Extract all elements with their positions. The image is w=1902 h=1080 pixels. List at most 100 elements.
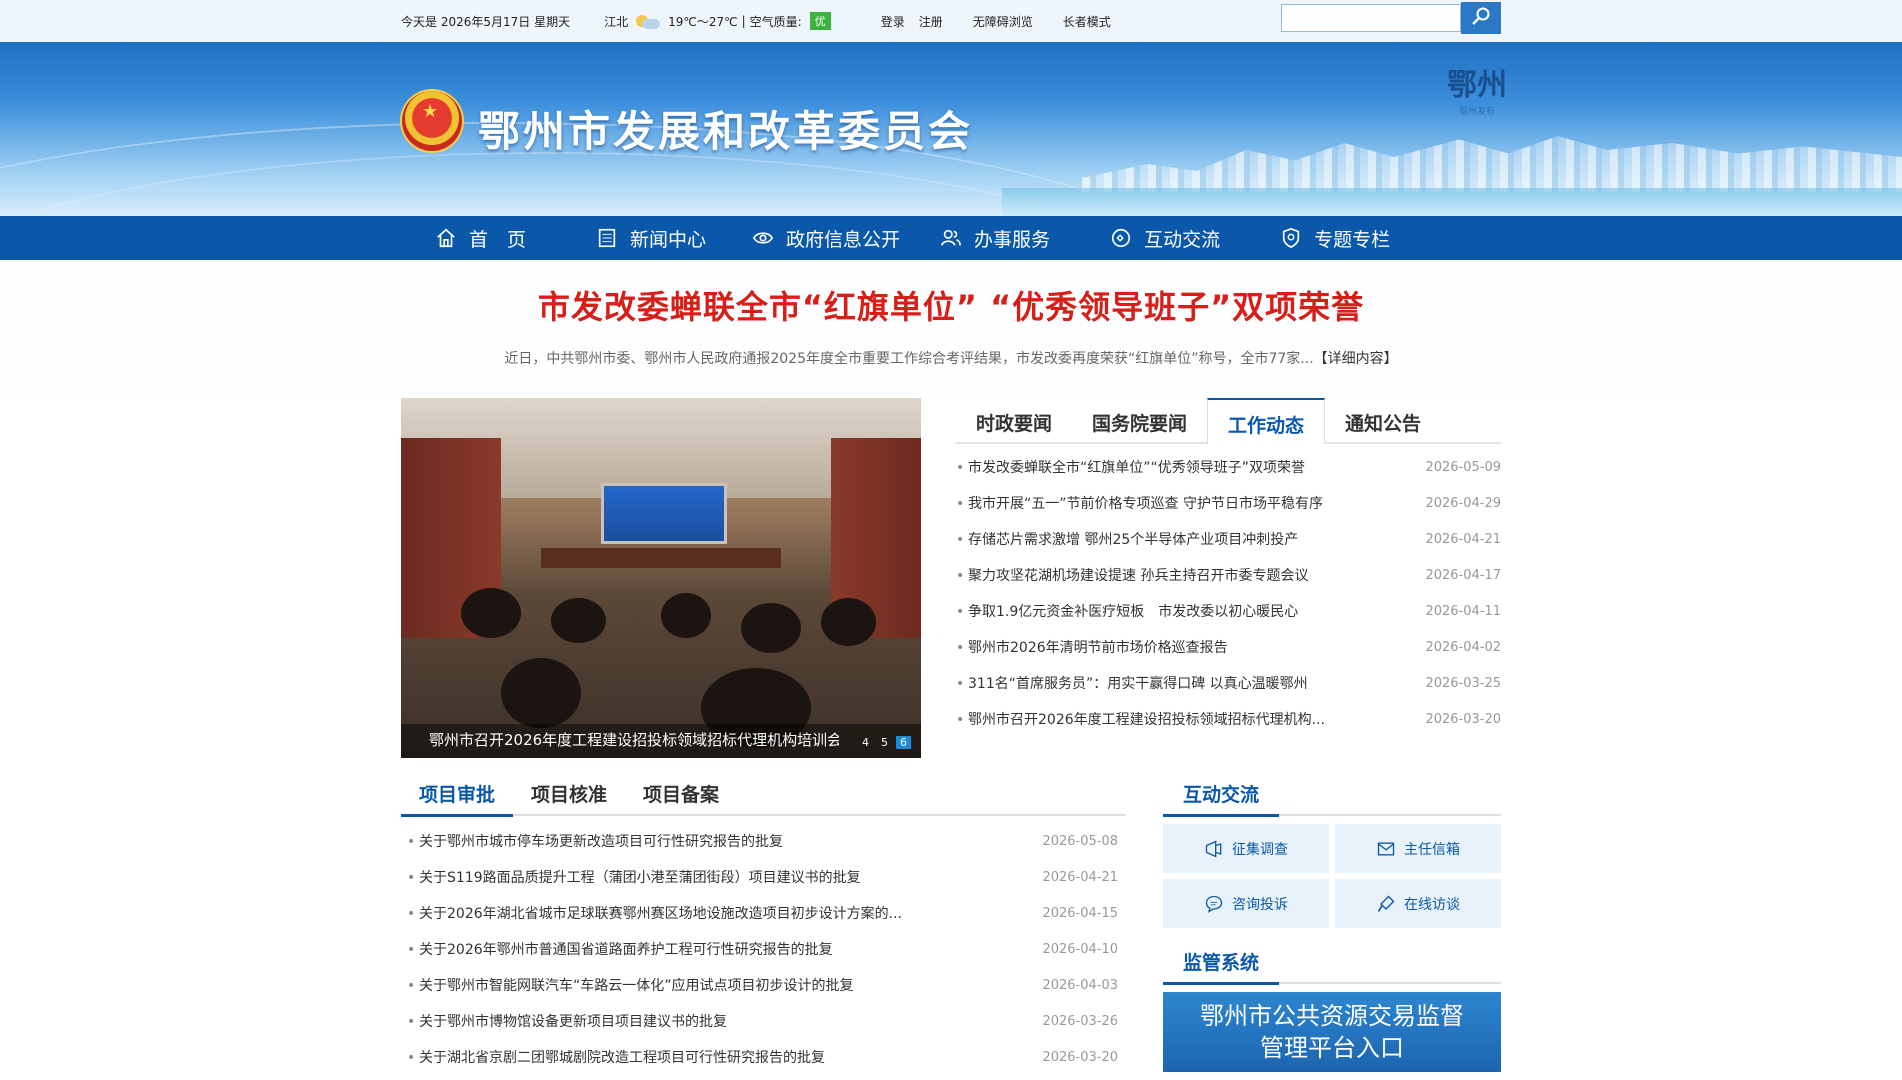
tab-project-filing[interactable]: 项目备案 xyxy=(625,776,737,814)
interaction-grid: 征集调查 主任信箱 咨询投诉 在线访谈 xyxy=(1163,824,1501,928)
login-link[interactable]: 登录 xyxy=(881,13,905,30)
interaction-title[interactable]: 互动交流 xyxy=(1163,776,1280,817)
weather-temp: 19℃～27℃ xyxy=(668,14,738,29)
project-item[interactable]: 关于湖北省京剧二团鄂城剧院改造工程项目可行性研究报告的批复 2026-03-20 xyxy=(401,1040,1126,1076)
photo-attendee xyxy=(461,588,521,638)
city-skyline-image xyxy=(1082,136,1902,192)
photo-attendee xyxy=(821,598,876,646)
project-panel: 项目审批 项目核准 项目备案 关于鄂州市城市停车场更新改造项目可行性研究报告的批… xyxy=(401,776,1126,1076)
nav-gov-info[interactable]: 政府信息公开 xyxy=(752,225,900,252)
slider-dot[interactable]: 5 xyxy=(877,736,892,749)
tab-project-verification[interactable]: 项目核准 xyxy=(513,776,625,814)
search-input[interactable] xyxy=(1281,4,1461,32)
director-mailbox-button[interactable]: 主任信箱 xyxy=(1335,824,1501,873)
main-nav: 首 页 新闻中心 政府信息公开 办事服务 互动交流 专题专栏 xyxy=(0,216,1902,260)
online-interview-label: 在线访谈 xyxy=(1404,896,1460,913)
project-title: 关于2026年鄂州市普通国省道路面养护工程可行性研究报告的批复 xyxy=(401,932,1019,968)
elder-mode-link[interactable]: 长者模式 xyxy=(1063,13,1111,30)
search-button[interactable] xyxy=(1461,2,1501,34)
nav-home-label: 首 页 xyxy=(469,228,527,251)
slider-dots: 4 5 6 xyxy=(858,736,911,749)
tab-project-approval[interactable]: 项目审批 xyxy=(401,776,514,817)
news-date: 2026-04-21 xyxy=(1425,532,1501,547)
headline-link[interactable]: 市发改委蝉联全市“红旗单位” “优秀领导班子”双项荣誉 xyxy=(401,282,1501,328)
news-item[interactable]: 我市开展“五一”节前价格专项巡查 守护节日市场平稳有序 2026-04-29 xyxy=(956,486,1501,522)
tab-notices[interactable]: 通知公告 xyxy=(1325,398,1441,442)
news-item[interactable]: 聚力攻坚花湖机场建设提速 孙兵主持召开市委专题会议 2026-04-17 xyxy=(956,558,1501,594)
air-quality-badge: 优 xyxy=(809,12,831,30)
nav-home[interactable]: 首 页 xyxy=(435,225,526,252)
news-slider-photo[interactable]: 鄂州市召开2026年度工程建设招投标领域招标代理机构培训会 4 5 6 xyxy=(401,398,921,758)
news-date: 2026-04-17 xyxy=(1425,568,1501,583)
news-item[interactable]: 市发改委蝉联全市“红旗单位”“优秀领导班子”双项荣誉 2026-05-09 xyxy=(956,450,1501,486)
project-title: 关于鄂州市智能网联汽车“车路云一体化”应用试点项目初步设计的批复 xyxy=(401,968,1019,1004)
nav-special[interactable]: 专题专栏 xyxy=(1280,225,1390,252)
news-icon xyxy=(598,228,616,248)
slider-dot[interactable]: 4 xyxy=(858,736,873,749)
register-link[interactable]: 注册 xyxy=(919,13,943,30)
ezhou-release-logo[interactable]: 鄂州 鄂州发布 xyxy=(1447,60,1507,117)
project-title: 关于鄂州市博物馆设备更新项目项目建议书的批复 xyxy=(401,1004,1019,1040)
consult-complaint-button[interactable]: 咨询投诉 xyxy=(1163,879,1329,928)
news-item[interactable]: 311名“首席服务员”：用实干赢得口碑 以真心温暖鄂州 2026-03-25 xyxy=(956,666,1501,702)
eye-icon xyxy=(752,232,774,244)
microphone-icon xyxy=(1377,895,1395,912)
news-date: 2026-04-02 xyxy=(1425,640,1501,655)
nav-interaction[interactable]: 互动交流 xyxy=(1110,225,1220,252)
weather-cloud-sun-icon xyxy=(636,13,661,29)
news-date: 2026-04-11 xyxy=(1425,604,1501,619)
interaction-header: 互动交流 xyxy=(1163,776,1501,817)
project-item[interactable]: 关于鄂州市博物馆设备更新项目项目建议书的批复 2026-03-26 xyxy=(401,1004,1126,1040)
news-item[interactable]: 争取1.9亿元资金补医疗短板 市发改委以初心暖民心 2026-04-11 xyxy=(956,594,1501,630)
nav-news-label: 新闻中心 xyxy=(630,228,707,251)
public-resource-platform-banner[interactable]: 鄂州市公共资源交易监督 管理平台入口 xyxy=(1163,992,1501,1072)
nav-services[interactable]: 办事服务 xyxy=(940,225,1050,252)
tab-politics-news[interactable]: 时政要闻 xyxy=(956,398,1072,442)
featured-section: 鄂州市召开2026年度工程建设招投标领域招标代理机构培训会 4 5 6 时政要闻… xyxy=(401,398,1501,758)
news-tab-bar: 时政要闻 国务院要闻 工作动态 通知公告 xyxy=(956,398,1501,444)
project-title: 关于湖北省京剧二团鄂城剧院改造工程项目可行性研究报告的批复 xyxy=(401,1040,1019,1076)
news-item[interactable]: 鄂州市2026年清明节前市场价格巡查报告 2026-04-02 xyxy=(956,630,1501,666)
home-icon xyxy=(437,228,455,248)
news-title: 争取1.9亿元资金补医疗短板 市发改委以初心暖民心 xyxy=(956,594,1388,630)
project-item[interactable]: 关于2026年湖北省城市足球联赛鄂州赛区场地设施改造项目初步设计方案的... 20… xyxy=(401,896,1126,932)
photo-attendee xyxy=(501,658,581,728)
news-tabs-panel: 时政要闻 国务院要闻 工作动态 通知公告 市发改委蝉联全市“红旗单位”“优秀领导… xyxy=(956,398,1501,738)
date-text: 今天是 2026年5月17日 星期天 xyxy=(401,14,571,29)
photo-attendee xyxy=(551,598,606,643)
project-item[interactable]: 关于鄂州市智能网联汽车“车路云一体化”应用试点项目初步设计的批复 2026-04-… xyxy=(401,968,1126,1004)
accessible-browse-link[interactable]: 无障碍浏览 xyxy=(973,13,1033,30)
slider-dot-active[interactable]: 6 xyxy=(896,736,911,749)
news-date: 2026-03-20 xyxy=(1425,712,1501,727)
supervise-title[interactable]: 监管系统 xyxy=(1163,944,1280,985)
side-panel: 互动交流 征集调查 主任信箱 咨询投诉 在线访谈 监管系统 鄂州市公共资源交易监… xyxy=(1163,776,1501,1072)
project-list: 关于鄂州市城市停车场更新改造项目可行性研究报告的批复 2026-05-08 关于S… xyxy=(401,824,1126,1076)
project-date: 2026-04-15 xyxy=(1042,906,1118,921)
headline-summary: 近日，中共鄂州市委、鄂州市人民政府通报2025年度全市重要工作综合考评结果，市发… xyxy=(401,348,1501,368)
project-item[interactable]: 关于S119路面品质提升工程（蒲团小港至蒲团街段）项目建议书的批复 2026-04… xyxy=(401,860,1126,896)
nav-news[interactable]: 新闻中心 xyxy=(596,225,706,252)
slider-caption[interactable]: 鄂州市召开2026年度工程建设招投标领域招标代理机构培训会 xyxy=(429,729,839,750)
search-box xyxy=(1281,2,1501,34)
project-date: 2026-04-10 xyxy=(1042,942,1118,957)
read-more-link[interactable]: 【详细内容】 xyxy=(1314,351,1398,367)
platform-line2: 管理平台入口 xyxy=(1260,1034,1404,1062)
survey-icon xyxy=(1205,839,1222,858)
top-bar: 今天是 2026年5月17日 星期天 江北 19℃～27℃ | 空气质量: 优 … xyxy=(0,0,1902,42)
header-banner: 鄂州市发展和改革委员会 鄂州 鄂州发布 xyxy=(0,42,1902,216)
tab-state-council-news[interactable]: 国务院要闻 xyxy=(1072,398,1207,442)
project-item[interactable]: 关于鄂州市城市停车场更新改造项目可行性研究报告的批复 2026-05-08 xyxy=(401,824,1126,860)
news-item[interactable]: 鄂州市召开2026年度工程建设招投标领域招标代理机构... 2026-03-20 xyxy=(956,702,1501,738)
project-date: 2026-03-26 xyxy=(1042,1014,1118,1029)
tab-work-updates[interactable]: 工作动态 xyxy=(1207,398,1326,444)
national-emblem-icon xyxy=(402,91,462,151)
survey-button[interactable]: 征集调查 xyxy=(1163,824,1329,873)
online-interview-button[interactable]: 在线访谈 xyxy=(1335,879,1501,928)
project-item[interactable]: 关于2026年鄂州市普通国省道路面养护工程可行性研究报告的批复 2026-04-1… xyxy=(401,932,1126,968)
lake-image xyxy=(1002,188,1902,216)
nav-special-label: 专题专栏 xyxy=(1314,228,1391,251)
news-date: 2026-04-29 xyxy=(1425,496,1501,511)
consult-complaint-label: 咨询投诉 xyxy=(1232,896,1288,913)
news-date: 2026-05-09 xyxy=(1425,460,1501,475)
news-item[interactable]: 存储芯片需求激增 鄂州25个半导体产业项目冲刺投产 2026-04-21 xyxy=(956,522,1501,558)
